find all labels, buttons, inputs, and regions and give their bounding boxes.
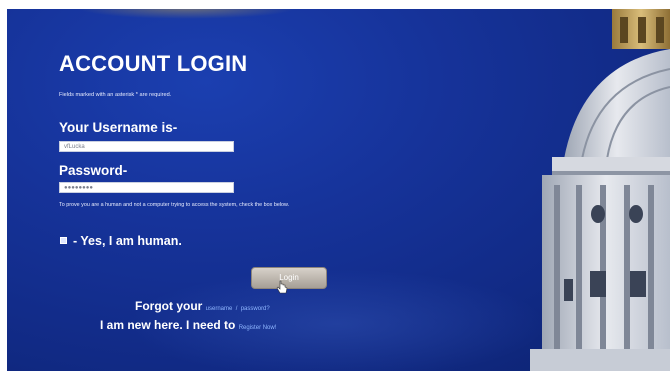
register-link[interactable]: Register Now! — [239, 325, 277, 331]
top-light-glow — [77, 9, 297, 19]
username-label: Your Username is- — [59, 120, 178, 135]
username-link[interactable]: username — [206, 306, 233, 312]
human-checkbox-label[interactable]: - Yes, I am human. — [73, 234, 182, 248]
page-title: ACCOUNT LOGIN — [59, 51, 248, 76]
forgot-prefix: Forgot your — [135, 299, 203, 313]
new-user-line: I am new here. I need to Register Now! — [100, 318, 276, 332]
human-verification-note: To prove you are a human and not a compu… — [59, 202, 290, 208]
capitol-dome-icon — [530, 9, 670, 371]
password-label: Password- — [59, 163, 128, 178]
checkbox-icon[interactable] — [60, 237, 67, 244]
new-user-prefix: I am new here. I need to — [100, 318, 236, 332]
login-button[interactable]: Login — [251, 267, 327, 289]
forgot-credentials-line: Forgot your username / password? — [135, 299, 270, 313]
login-page-background: ACCOUNT LOGIN Fields marked with an aste… — [7, 9, 670, 371]
password-field[interactable]: ●●●●●●●● — [59, 182, 234, 193]
link-separator: / — [235, 306, 238, 312]
password-link[interactable]: password? — [241, 306, 270, 312]
username-field[interactable]: vfLucka — [59, 141, 234, 152]
required-fields-note: Fields marked with an asterisk * are req… — [59, 92, 172, 98]
pointer-cursor-icon — [276, 280, 288, 294]
